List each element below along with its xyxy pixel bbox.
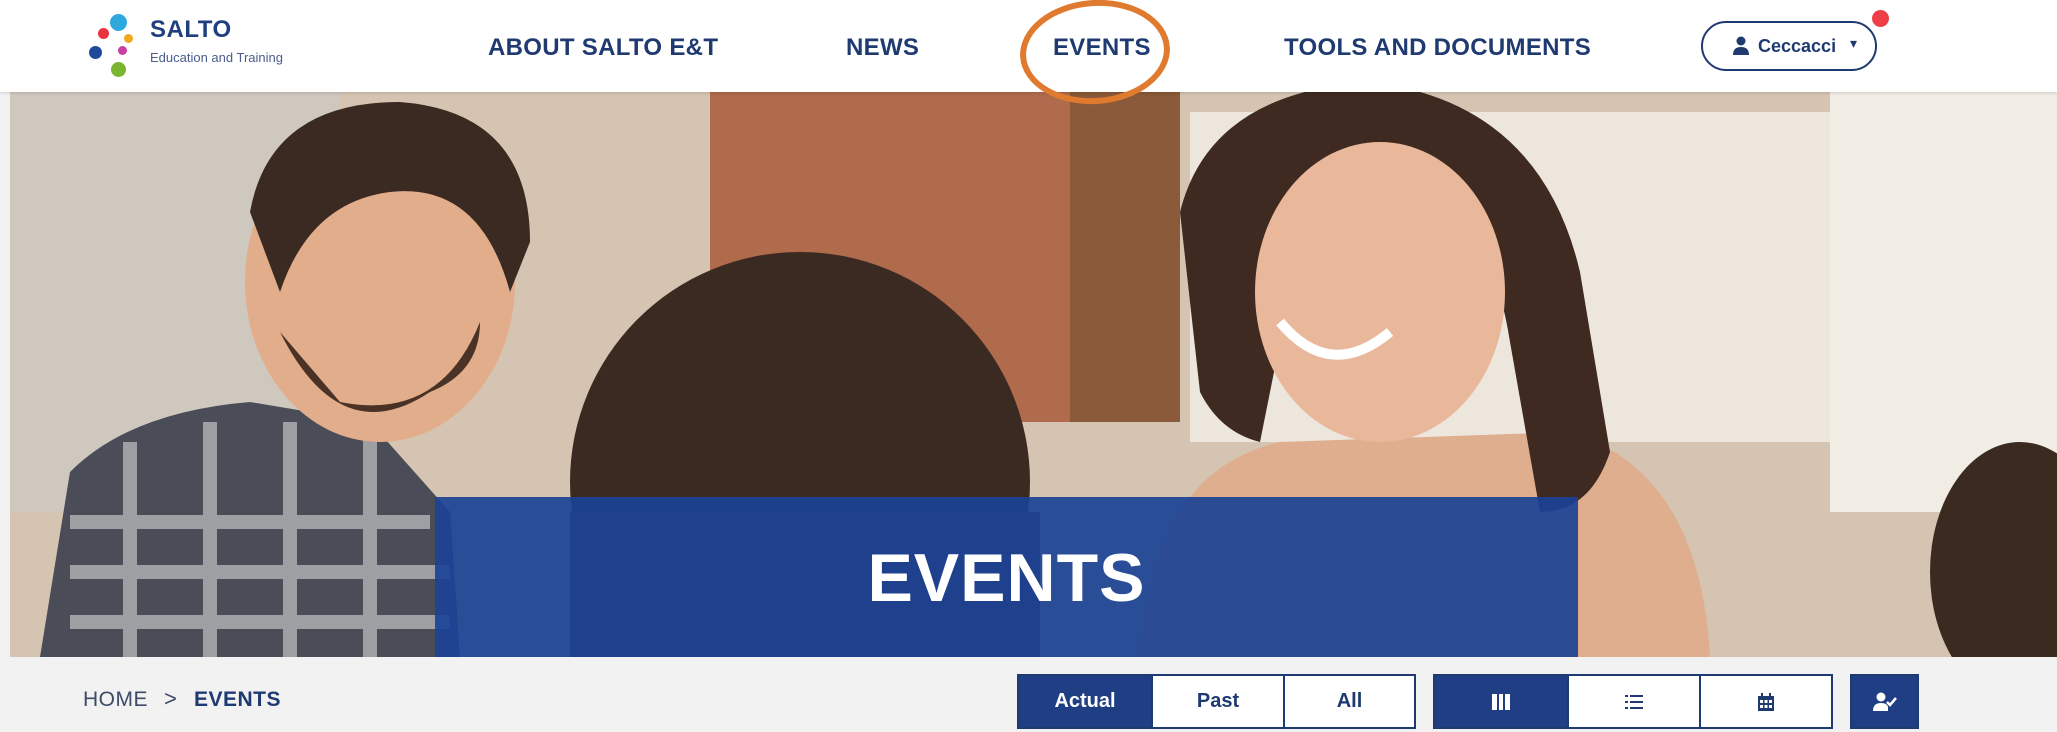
logo-dot: [111, 62, 126, 77]
logo-title: SALTO: [150, 16, 232, 43]
nav-tools-and-documents[interactable]: TOOLS AND DOCUMENTS: [1284, 34, 1591, 62]
filter-past-button[interactable]: Past: [1151, 674, 1285, 729]
notification-dot: [1872, 10, 1889, 27]
logo-dot: [124, 34, 133, 43]
list-view-button[interactable]: [1567, 674, 1701, 729]
grid-view-button[interactable]: [1433, 674, 1569, 729]
filter-actual-button[interactable]: Actual: [1017, 674, 1153, 729]
list-view-icon: [1625, 694, 1643, 709]
hero-banner: EVENTS: [435, 497, 1578, 657]
logo-dot: [110, 14, 127, 31]
user-name: Ceccacci: [1758, 36, 1837, 56]
logo-dot: [98, 28, 109, 39]
nav-news[interactable]: NEWS: [846, 34, 919, 62]
calendar-view-button[interactable]: [1699, 674, 1833, 729]
chevron-right-icon: >: [164, 686, 177, 711]
logo-dot: [118, 46, 127, 55]
salto-logo[interactable]: SALTO Education and Training: [84, 8, 324, 88]
calendar-icon: [1758, 692, 1774, 711]
user-menu-button[interactable]: Ceccacci ▾: [1701, 21, 1877, 71]
breadcrumb-home[interactable]: HOME: [83, 688, 148, 712]
chevron-down-icon: ▾: [1850, 35, 1858, 51]
grid-view-icon: [1492, 693, 1510, 710]
nav-about[interactable]: ABOUT SALTO E&T: [488, 34, 718, 62]
filter-all-button[interactable]: All: [1283, 674, 1416, 729]
hero-image: EVENTS: [10, 92, 2057, 657]
site-header: SALTO Education and Training ABOUT SALTO…: [0, 0, 2057, 92]
nav-events[interactable]: EVENTS: [1053, 34, 1151, 62]
user-check-icon: [1872, 692, 1897, 711]
person-icon: [1733, 36, 1749, 55]
logo-subtitle: Education and Training: [150, 50, 283, 65]
toolbar: HOME > EVENTS Actual Past All: [0, 657, 2057, 732]
breadcrumb-current: EVENTS: [194, 688, 282, 711]
my-events-button[interactable]: [1850, 674, 1919, 729]
logo-dot: [89, 46, 102, 59]
page-title: EVENTS: [867, 540, 1146, 616]
